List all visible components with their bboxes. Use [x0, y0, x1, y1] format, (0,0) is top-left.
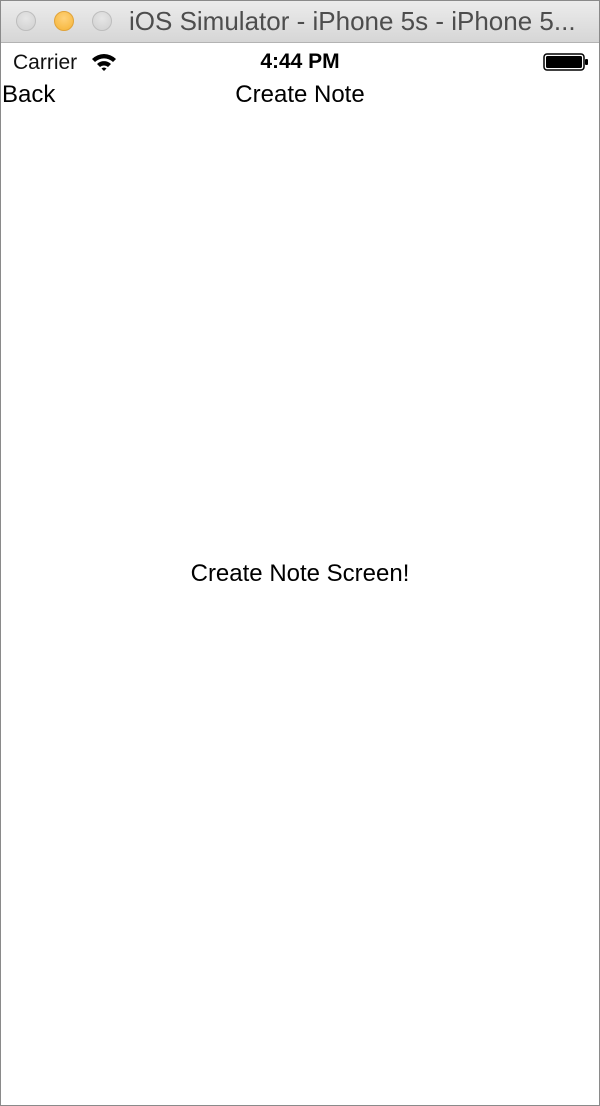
status-time: 4:44 PM [260, 50, 340, 73]
status-bar: Carrier 4:44 PM [1, 43, 599, 81]
window-titlebar[interactable]: iOS Simulator - iPhone 5s - iPhone 5... [1, 1, 599, 43]
window-title: iOS Simulator - iPhone 5s - iPhone 5... [129, 6, 576, 36]
screen-message: Create Note Screen! [190, 560, 410, 587]
simulator-window: iOS Simulator - iPhone 5s - iPhone 5... … [0, 0, 600, 1106]
nav-title: Create Note [235, 81, 365, 108]
close-window-button[interactable] [16, 11, 36, 31]
navigation-bar: Back Create Note [1, 81, 599, 115]
zoom-window-button[interactable] [92, 11, 112, 31]
minimize-window-button[interactable] [54, 11, 74, 31]
battery-icon [543, 53, 589, 71]
